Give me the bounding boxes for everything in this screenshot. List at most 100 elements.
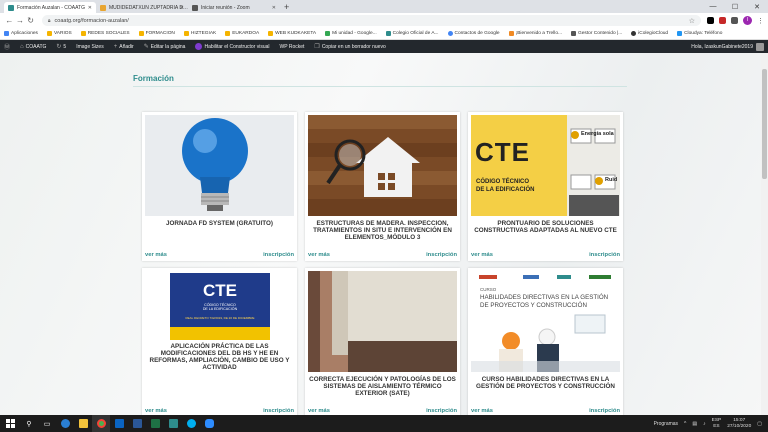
reload-icon[interactable]: ↻ xyxy=(25,16,36,25)
wp-copy-draft[interactable]: ❐ Copiar en un borrador nuevo xyxy=(314,43,385,51)
cte-logo-text: CTE xyxy=(203,281,237,300)
course-title[interactable]: JORNADA FD SYSTEM (GRATUITO) xyxy=(146,220,293,227)
bookmark-item[interactable]: Aplicaciones xyxy=(4,31,38,36)
course-title[interactable]: ESTRUCTURAS DE MADERA. INSPECCION, TRATA… xyxy=(309,220,456,241)
chrome-icon[interactable] xyxy=(92,415,110,432)
tab-favicon-icon xyxy=(100,4,106,11)
inscripcion-link[interactable]: inscripción xyxy=(589,252,620,258)
bookmark-item[interactable]: WEB KUDKAKETA xyxy=(268,31,316,36)
inscripcion-link[interactable]: inscripción xyxy=(263,408,294,414)
lock-icon[interactable]: 🔒︎ xyxy=(48,18,51,24)
ver-mas-link[interactable]: ver más xyxy=(145,408,167,414)
inscripcion-link[interactable]: inscripción xyxy=(426,252,457,258)
file-explorer-icon[interactable] xyxy=(74,415,92,432)
new-tab-icon[interactable]: + xyxy=(284,2,289,13)
folder-icon xyxy=(80,31,86,36)
zoom-icon[interactable] xyxy=(200,415,218,432)
star-icon[interactable]: ☆ xyxy=(689,17,695,25)
edge-icon[interactable] xyxy=(56,415,74,432)
search-icon[interactable]: ⚲ xyxy=(20,415,38,432)
wp-add-new[interactable]: + Añadir xyxy=(114,44,134,50)
wp-user-menu[interactable]: Hola, IzaskunGabinete2019 xyxy=(691,42,764,51)
bookmark-item[interactable]: Cloudya: Teléfono xyxy=(677,31,722,36)
bookmark-item[interactable]: Colegio Oficial de A... xyxy=(385,31,439,36)
cte-logo-text: CTE xyxy=(475,137,530,167)
bookmark-item[interactable]: iColegioCloud xyxy=(631,31,668,36)
maximize-icon[interactable]: ☐ xyxy=(724,0,746,13)
course-title[interactable]: APLICACIÓN PRÁCTICA DE LAS MODIFICACIONE… xyxy=(146,343,293,371)
language-indicator[interactable]: ESP ES xyxy=(712,418,722,430)
bookmark-item[interactable]: Gestor Contenido |... xyxy=(571,31,622,36)
back-icon[interactable]: ← xyxy=(4,16,15,25)
bookmark-item[interactable]: FORMACION xyxy=(138,31,175,36)
course-title[interactable]: CURSO HABILIDADES DIRECTIVAS EN LA GESTI… xyxy=(472,376,619,390)
wood-house-image[interactable] xyxy=(308,115,457,216)
browser-tab[interactable]: Formación Auzalan - COAATG ✕ xyxy=(4,2,96,13)
url-bar[interactable]: 🔒︎ coaatg.org/formacion-auzalan/ ☆ xyxy=(41,15,701,26)
app-icon[interactable] xyxy=(164,415,182,432)
course-title[interactable]: PRONTUARIO DE SOLUCIONES CONSTRUCTIVAS A… xyxy=(472,220,619,234)
ver-mas-link[interactable]: ver más xyxy=(308,252,330,258)
close-icon[interactable]: ✕ xyxy=(180,5,184,11)
refresh-icon: ↻ xyxy=(56,44,62,50)
word-icon[interactable] xyxy=(128,415,146,432)
volume-icon[interactable]: ♪ xyxy=(703,421,706,427)
forward-icon[interactable]: → xyxy=(15,16,26,25)
bookmark-item[interactable]: Contactos de Google xyxy=(447,31,500,36)
extension-icon[interactable] xyxy=(719,17,726,24)
cte-cover-footer xyxy=(170,327,270,340)
insulation-image[interactable] xyxy=(308,271,457,372)
menu-dots-icon[interactable]: ⋮ xyxy=(757,17,764,25)
minimize-icon[interactable]: — xyxy=(702,0,724,13)
excel-icon[interactable] xyxy=(146,415,164,432)
wp-visual-builder[interactable]: Habilitar el Constructor visual xyxy=(195,43,270,50)
ver-mas-link[interactable]: ver más xyxy=(145,252,167,258)
course-title[interactable]: CORRECTA EJECUCIÓN Y PATOLOGÍAS DE LOS S… xyxy=(309,376,456,397)
skype-icon[interactable] xyxy=(182,415,200,432)
lightbulb-image[interactable] xyxy=(145,115,294,216)
ver-mas-link[interactable]: ver más xyxy=(471,408,493,414)
course-card: JORNADA FD SYSTEM (GRATUITO) ver más ins… xyxy=(142,112,297,261)
wp-edit-page[interactable]: ✎ Editar la página xyxy=(144,43,186,51)
task-view-icon[interactable]: ▭ xyxy=(38,415,56,432)
avatar[interactable]: I xyxy=(743,16,752,25)
close-window-icon[interactable]: ✕ xyxy=(746,0,768,13)
extension-icon[interactable] xyxy=(707,17,714,24)
ver-mas-link[interactable]: ver más xyxy=(308,408,330,414)
ver-mas-link[interactable]: ver más xyxy=(471,252,493,258)
browser-tab[interactable]: Iniciar reunión - Zoom ✕ xyxy=(188,2,280,13)
system-tray: Programas ^ ▤ ♪ ESP ES 15:07 27/10/2020 ▢ xyxy=(654,418,768,430)
scrollbar-thumb[interactable] xyxy=(762,69,767,179)
network-icon[interactable]: ▤ xyxy=(692,421,697,427)
bookmark-item[interactable]: EUKARDOA xyxy=(225,31,259,36)
bookmark-item[interactable]: ¡Bienvenido a Trello... xyxy=(508,31,562,36)
browser-tab[interactable]: MUDIDEDATXUN ZUPTADRIA D… ✕ xyxy=(96,2,188,13)
page-scrollbar[interactable] xyxy=(761,53,768,415)
outlook-icon[interactable] xyxy=(110,415,128,432)
notifications-icon[interactable]: ▢ xyxy=(757,421,762,427)
management-course-image[interactable]: CURSO HABILIDADES DIRECTIVAS EN LA GESTI… xyxy=(471,271,620,372)
close-icon[interactable]: ✕ xyxy=(272,5,276,11)
wp-image-sizes[interactable]: Image Sizes xyxy=(76,44,104,50)
close-icon[interactable]: ✕ xyxy=(88,5,92,11)
chevron-up-icon[interactable]: ^ xyxy=(684,421,686,427)
bookmark-item[interactable]: VARIOS xyxy=(46,31,72,36)
clock[interactable]: 15:07 27/10/2020 xyxy=(727,418,751,430)
wp-site-link[interactable]: ⌂ COAATG xyxy=(20,44,46,50)
puzzle-icon[interactable] xyxy=(731,17,738,24)
wp-rocket[interactable]: WP Rocket xyxy=(280,44,305,50)
folder-icon xyxy=(183,31,189,36)
inscripcion-link[interactable]: inscripción xyxy=(426,408,457,414)
bookmark-item[interactable]: Mi unidad - Google... xyxy=(325,31,377,36)
folder-icon xyxy=(268,31,274,36)
inscripcion-link[interactable]: inscripción xyxy=(263,252,294,258)
wp-logo-icon[interactable]: Ⓦ xyxy=(4,42,10,51)
windows-start-icon[interactable] xyxy=(0,415,20,432)
bookmark-item[interactable]: HIZTEGIAK xyxy=(183,31,216,36)
wp-updates[interactable]: ↻ 5 xyxy=(56,43,66,51)
inscripcion-link[interactable]: inscripción xyxy=(589,408,620,414)
bookmark-item[interactable]: REDES SOCIALES xyxy=(80,31,130,36)
divi-icon xyxy=(195,43,203,50)
cte-image[interactable]: CTE CÓDIGO TÉCNICO DE LA EDIFICACIÓN Ene… xyxy=(471,115,620,216)
programs-label[interactable]: Programas xyxy=(654,421,678,427)
